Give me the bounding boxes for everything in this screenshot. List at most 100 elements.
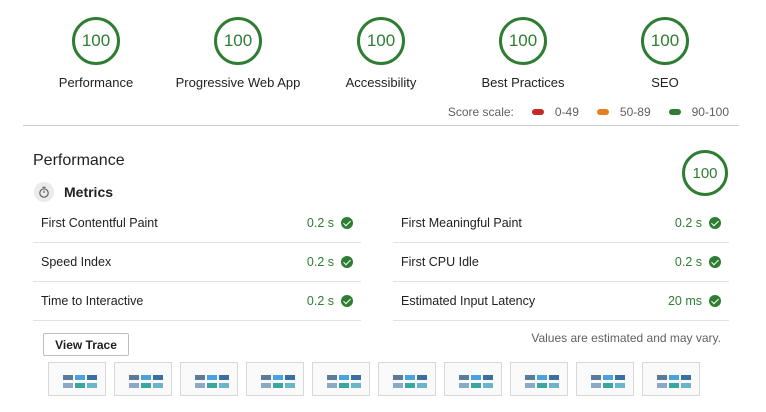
view-trace-button[interactable]: View Trace — [43, 333, 129, 356]
frame-block — [591, 383, 601, 388]
frame-block — [327, 383, 337, 388]
gauge-best-practices[interactable]: 100 Best Practices — [448, 17, 598, 90]
metric-value: 0.2 s — [674, 255, 702, 269]
metric-row: Time to Interactive 0.2 s — [33, 282, 361, 321]
metric-value: 0.2 s — [674, 216, 702, 230]
frame-block — [459, 375, 469, 380]
frame-block — [87, 375, 97, 380]
metrics-left-column: First Contentful Paint 0.2 s Speed Index… — [33, 204, 361, 321]
frame-block — [537, 383, 547, 388]
frame-block — [471, 383, 481, 388]
metric-name: First Meaningful Paint — [401, 216, 522, 230]
frame-block — [285, 383, 295, 388]
frame-block — [141, 383, 151, 388]
frame-block — [339, 383, 349, 388]
frame-block — [219, 383, 229, 388]
pass-range-icon — [668, 109, 681, 115]
frame-block — [603, 375, 613, 380]
metric-value: 0.2 s — [306, 255, 334, 269]
metric-value: 20 ms — [667, 294, 702, 308]
filmstrip-frame — [378, 362, 436, 396]
frame-block — [129, 383, 139, 388]
filmstrip-frame — [180, 362, 238, 396]
frame-block — [285, 375, 295, 380]
frame-block — [207, 375, 217, 380]
gauge-seo[interactable]: 100 SEO — [590, 17, 740, 90]
metric-value: 0.2 s — [306, 294, 334, 308]
check-icon — [341, 295, 353, 307]
frame-block — [657, 375, 667, 380]
gauge-label: Best Practices — [481, 75, 565, 90]
filmstrip-frame — [576, 362, 634, 396]
metrics-header: Metrics — [34, 182, 113, 202]
frame-block — [393, 375, 403, 380]
frame-block — [63, 383, 73, 388]
metric-name: Time to Interactive — [41, 294, 144, 308]
gauge-score: 100 — [641, 17, 689, 65]
metric-row: Estimated Input Latency 20 ms — [393, 282, 729, 321]
frame-block — [405, 383, 415, 388]
frame-block — [657, 383, 667, 388]
fail-range-label: 0-49 — [554, 105, 579, 119]
category-gauges: 100 Performance 100 Progressive Web App … — [0, 0, 766, 100]
average-range-icon — [596, 109, 609, 115]
frame-block — [129, 375, 139, 380]
performance-score-gauge: 100 — [682, 150, 728, 196]
frame-block — [615, 375, 625, 380]
frame-block — [483, 375, 493, 380]
frame-block — [351, 375, 361, 380]
gauge-score: 100 — [499, 17, 547, 65]
score-scale: Score scale: 0-49 50-89 90-100 — [448, 105, 729, 119]
check-icon — [709, 295, 721, 307]
gauge-pwa[interactable]: 100 Progressive Web App — [163, 17, 313, 90]
frame-block — [273, 383, 283, 388]
frame-block — [525, 383, 535, 388]
average-range-label: 50-89 — [619, 105, 651, 119]
filmstrip-frame — [48, 362, 106, 396]
gauge-label: SEO — [651, 75, 679, 90]
frame-block — [615, 383, 625, 388]
frame-block — [327, 375, 337, 380]
check-icon — [709, 256, 721, 268]
metric-name: First Contentful Paint — [41, 216, 158, 230]
frame-block — [339, 375, 349, 380]
pass-range-label: 90-100 — [691, 105, 729, 119]
metric-name: Estimated Input Latency — [401, 294, 536, 308]
metric-row: Speed Index 0.2 s — [33, 243, 361, 282]
frame-block — [351, 383, 361, 388]
frame-block — [405, 375, 415, 380]
frame-block — [261, 375, 271, 380]
filmstrip-frame — [312, 362, 370, 396]
frame-block — [75, 375, 85, 380]
frame-block — [459, 383, 469, 388]
frame-block — [549, 375, 559, 380]
estimate-note: Values are estimated and may vary. — [531, 331, 721, 345]
gauge-label: Progressive Web App — [175, 75, 301, 90]
frame-block — [471, 375, 481, 380]
gauge-accessibility[interactable]: 100 Accessibility — [306, 17, 456, 90]
filmstrip-frame — [114, 362, 172, 396]
frame-block — [195, 383, 205, 388]
filmstrip-frame — [510, 362, 568, 396]
metrics-title: Metrics — [64, 184, 114, 200]
frame-block — [483, 383, 493, 388]
gauge-label: Performance — [58, 75, 134, 90]
frame-block — [681, 383, 691, 388]
check-icon — [709, 217, 721, 229]
frame-block — [417, 383, 427, 388]
check-icon — [341, 217, 353, 229]
frame-block — [273, 375, 283, 380]
metric-row: First CPU Idle 0.2 s — [393, 243, 729, 282]
frame-block — [537, 375, 547, 380]
frame-block — [681, 375, 691, 380]
filmstrip — [48, 362, 700, 396]
frame-block — [75, 383, 85, 388]
filmstrip-frame — [642, 362, 700, 396]
fail-range-icon — [531, 109, 544, 115]
frame-block — [603, 383, 613, 388]
gauge-performance[interactable]: 100 Performance — [21, 17, 171, 90]
metric-row: First Meaningful Paint 0.2 s — [393, 204, 729, 243]
metric-name: Speed Index — [41, 255, 112, 269]
frame-block — [669, 375, 679, 380]
stopwatch-icon — [34, 182, 54, 202]
